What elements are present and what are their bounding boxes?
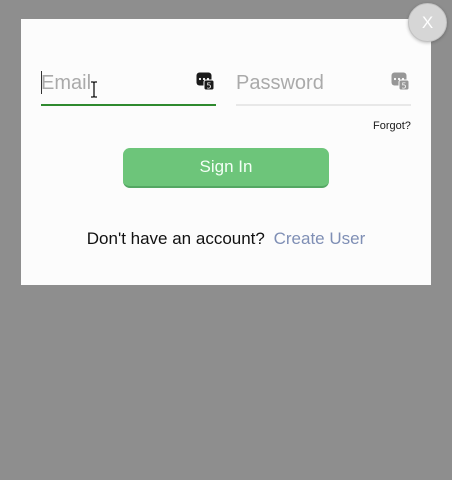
password-field-container[interactable]: 5 <box>236 62 411 106</box>
close-button[interactable]: X <box>408 3 447 42</box>
text-caret <box>41 71 42 94</box>
modal-overlay[interactable]: X 5 5 Forgot? Sign In Don't hav <box>0 0 452 480</box>
password-field[interactable] <box>236 69 386 97</box>
text-cursor-icon <box>91 81 97 98</box>
email-field[interactable] <box>41 69 191 97</box>
svg-text:5: 5 <box>401 82 406 91</box>
password-manager-icon[interactable]: 5 <box>391 72 409 90</box>
sign-in-button[interactable]: Sign In <box>123 148 329 188</box>
email-field-container[interactable]: 5 <box>41 62 216 106</box>
signup-prompt-text: Don't have an account? <box>86 229 265 248</box>
create-user-link[interactable]: Create User <box>274 229 366 248</box>
svg-text:5: 5 <box>206 82 211 91</box>
signup-prompt-row: Don't have an account? Create User <box>0 229 452 249</box>
password-manager-icon[interactable]: 5 <box>196 72 214 90</box>
forgot-password-link[interactable]: Forgot? <box>373 120 411 132</box>
close-button-label: X <box>421 12 434 32</box>
